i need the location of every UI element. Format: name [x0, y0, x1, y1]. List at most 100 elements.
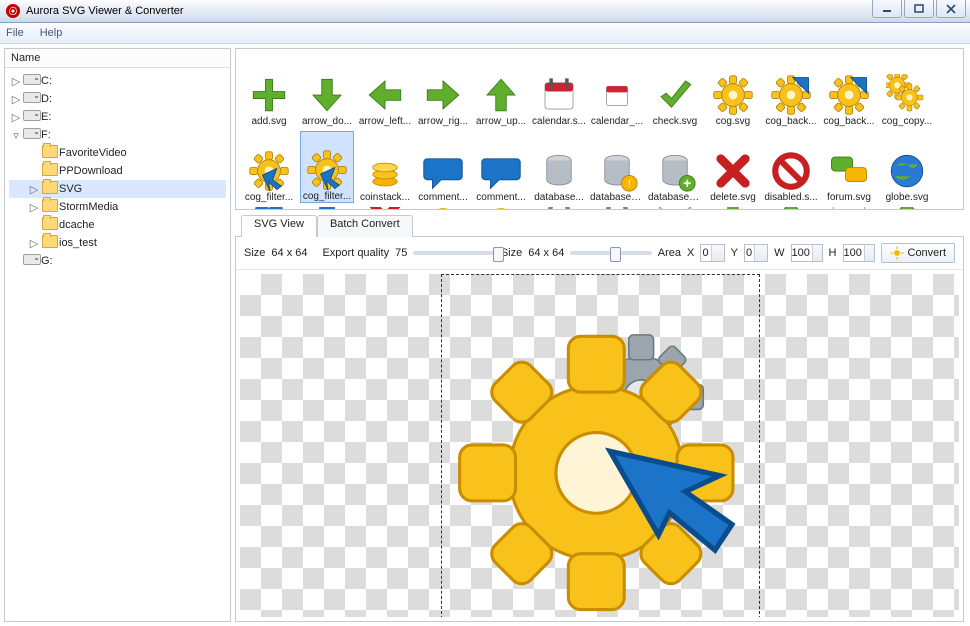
thumbnail-label: cog_filter... — [242, 192, 296, 203]
window-title: Aurora SVG Viewer & Converter — [26, 5, 184, 17]
x-label: X — [687, 247, 694, 259]
thumbnail-arrow-left-green[interactable]: arrow_left... — [358, 55, 412, 127]
tree-node-ios_test[interactable]: ▷ios_test — [9, 234, 226, 252]
tree-node-f-[interactable]: ▿F: — [9, 126, 226, 144]
sidebar-column-header[interactable]: Name — [5, 49, 230, 68]
sun-yellow-icon — [480, 207, 522, 210]
thumbnail-lock-grey[interactable] — [590, 207, 644, 210]
minimize-button[interactable] — [872, 0, 902, 18]
thumbnail-globe[interactable]: globe.svg — [880, 131, 934, 203]
tree-expander[interactable]: ▷ — [27, 201, 41, 214]
tab-batch-convert[interactable]: Batch Convert — [317, 215, 413, 237]
w-input[interactable]: 100 — [791, 244, 823, 262]
thumbnail-label: cog_copy... — [880, 116, 934, 127]
folder-icon — [41, 145, 59, 161]
tree-expander[interactable]: ▷ — [9, 75, 23, 88]
thumbnail-comment-blue[interactable]: comment... — [416, 131, 470, 203]
tab-svg-view[interactable]: SVG View — [241, 215, 317, 237]
tree-node-dcache[interactable]: dcache — [9, 216, 226, 234]
convert-button[interactable]: Convert — [881, 243, 956, 263]
thumbnail-sun-yellow[interactable] — [416, 207, 470, 210]
thumbnail-comment-blue2[interactable]: comment... — [474, 131, 528, 203]
thumbnail-ban-red[interactable]: disabled.s... — [764, 131, 818, 203]
thumbnail-calendar-mini[interactable]: calendar_... — [590, 55, 644, 127]
thumbnail-label: arrow_up... — [474, 116, 528, 127]
w-label: W — [774, 247, 784, 259]
thumbnail-people-blue[interactable] — [242, 207, 296, 210]
tree-node-e-[interactable]: ▷E: — [9, 108, 226, 126]
thumbnail-label: comment... — [416, 192, 470, 203]
tree-node-c-[interactable]: ▷C: — [9, 72, 226, 90]
thumbnail-cog-filter2[interactable]: cog_filter... — [300, 131, 354, 203]
menu-file[interactable]: File — [6, 27, 24, 39]
tree-node-g-[interactable]: G: — [9, 252, 226, 270]
tree-expander[interactable]: ▿ — [9, 129, 23, 142]
thumbnail-database-warn[interactable]: !database_... — [590, 131, 644, 203]
drive-icon — [23, 110, 41, 124]
thumbnail-arrow-down-green[interactable]: arrow_do... — [300, 55, 354, 127]
thumbnail-arrow-right-green[interactable]: arrow_rig... — [416, 55, 470, 127]
thumbnail-cog-back-blue[interactable]: cog_back... — [764, 55, 818, 127]
maximize-button[interactable] — [904, 0, 934, 18]
thumbnail-lock-grey[interactable] — [532, 207, 586, 210]
h-label: H — [829, 247, 837, 259]
thumbnail-plus-green[interactable]: add.svg — [242, 55, 296, 127]
y-input[interactable]: 0 — [744, 244, 768, 262]
thumbnail-pane[interactable]: add.svg arrow_do... arrow_left...arrow_rig… — [235, 48, 964, 210]
thumbnail-label: arrow_do... — [300, 116, 354, 127]
forum-icon — [828, 150, 870, 192]
tree-node-stormmedia[interactable]: ▷StormMedia — [9, 198, 226, 216]
thumbnail-sun-yellow[interactable] — [474, 207, 528, 210]
thumbnail-label: calendar.s... — [532, 116, 586, 127]
tree-node-svg[interactable]: ▷SVG — [9, 180, 226, 198]
close-button[interactable] — [936, 0, 966, 18]
thumbnail-cog-yellow[interactable]: cog.svg — [706, 55, 760, 127]
quality-slider[interactable] — [413, 251, 494, 255]
thumbnail-label: calendar_... — [590, 116, 644, 127]
drive-icon — [23, 74, 41, 88]
thumbnail-person-blue[interactable] — [300, 207, 354, 210]
thumbnail-delete-red[interactable]: delete.svg — [706, 131, 760, 203]
thumbnail-label: cog_back... — [764, 116, 818, 127]
size-slider[interactable] — [570, 251, 651, 255]
thumbnail-database-add[interactable]: database_... — [648, 131, 702, 203]
thumbnail-cog-filter[interactable]: cog_filter... — [242, 131, 296, 203]
tree-node-ppdownload[interactable]: PPDownload — [9, 162, 226, 180]
thumbnail-cog-copy[interactable]: cog_copy... — [880, 55, 934, 127]
size-value: 64 x 64 — [271, 247, 307, 259]
thumbnail-arrow-down-green[interactable] — [706, 207, 760, 210]
tab-bar: SVG View Batch Convert — [235, 214, 964, 236]
folder-icon — [41, 199, 59, 215]
tree-node-d-[interactable]: ▷D: — [9, 90, 226, 108]
thumbnail-mail[interactable] — [648, 207, 702, 210]
thumbnail-arrow-up-green[interactable] — [764, 207, 818, 210]
thumbnail-forum[interactable]: forum.svg — [822, 131, 876, 203]
thumbnail-cog-back-blue2[interactable]: cog_back... — [822, 55, 876, 127]
thumbnail-database[interactable]: database... — [532, 131, 586, 203]
tree-expander[interactable]: ▷ — [9, 111, 23, 124]
tree-expander[interactable]: ▷ — [9, 93, 23, 106]
thumbnail-arrow-up-green[interactable]: arrow_up... — [474, 55, 528, 127]
size2-value: 64 x 64 — [528, 247, 564, 259]
image-icon — [828, 207, 870, 210]
h-input[interactable]: 100 — [843, 244, 875, 262]
thumbnail-check-green[interactable]: check.svg — [648, 55, 702, 127]
thumbnail-calendar[interactable]: calendar.s... — [532, 55, 586, 127]
preview-canvas[interactable] — [240, 274, 959, 617]
thumbnail-x-red[interactable] — [358, 207, 412, 210]
area-label: Area — [658, 247, 681, 259]
tree-expander[interactable]: ▷ — [27, 237, 41, 250]
thumbnail-image[interactable] — [822, 207, 876, 210]
thumbnail-arrow-up-green[interactable] — [880, 207, 934, 210]
thumbnail-label: database_... — [590, 192, 644, 203]
file-tree[interactable]: ▷C:▷D:▷E:▿F:FavoriteVideoPPDownload▷SVG▷… — [5, 68, 230, 621]
menu-help[interactable]: Help — [40, 27, 63, 39]
arrow-down-green-icon — [306, 74, 348, 116]
tree-expander[interactable]: ▷ — [27, 183, 41, 196]
x-input[interactable]: 0 — [700, 244, 724, 262]
cog-filter-icon — [248, 150, 290, 192]
people-blue-icon — [248, 207, 290, 210]
delete-red-icon — [712, 150, 754, 192]
thumbnail-coinstack[interactable]: coinstack... — [358, 131, 412, 203]
tree-node-favoritevideo[interactable]: FavoriteVideo — [9, 144, 226, 162]
